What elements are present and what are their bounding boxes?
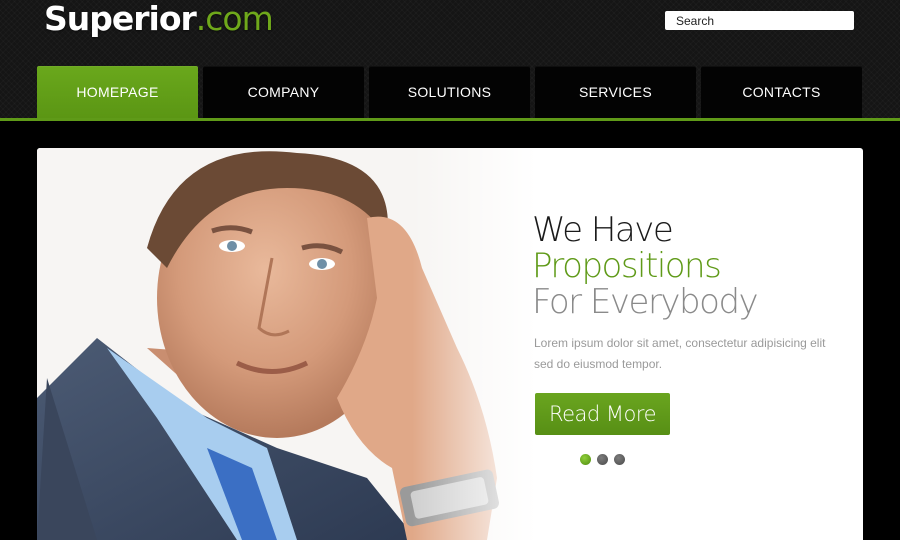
- site-logo[interactable]: Superior.com: [44, 0, 274, 40]
- nav-item-label: SOLUTIONS: [407, 84, 492, 100]
- search-input[interactable]: [665, 11, 854, 30]
- nav-item-solutions[interactable]: SOLUTIONS: [369, 66, 530, 118]
- hero-slider: We Have Propositions For Everybody Lorem…: [37, 148, 863, 540]
- hero-title-line1: We Have: [532, 210, 674, 250]
- nav-item-company[interactable]: COMPANY: [203, 66, 364, 118]
- hero-description: Lorem ipsum dolor sit amet, consectetur …: [534, 336, 826, 371]
- slider-dot-2[interactable]: [597, 454, 608, 465]
- page: Superior.com HOMEPAGE COMPANY SOLUTIONS …: [0, 0, 900, 540]
- hero-title: We Have Propositions For Everybody: [532, 212, 852, 320]
- businessman-image: [37, 148, 537, 540]
- nav-item-contacts[interactable]: CONTACTS: [701, 66, 862, 118]
- logo-tld: .com: [195, 0, 274, 38]
- logo-name: Superior: [44, 0, 197, 38]
- nav-item-services[interactable]: SERVICES: [535, 66, 696, 118]
- slider-dot-1[interactable]: [580, 454, 591, 465]
- nav-item-label: CONTACTS: [742, 84, 821, 100]
- nav-item-homepage[interactable]: HOMEPAGE: [37, 66, 198, 118]
- slider-dot-3[interactable]: [614, 454, 625, 465]
- read-more-button[interactable]: Read More: [535, 393, 670, 435]
- nav-item-label: HOMEPAGE: [76, 84, 159, 100]
- hero-title-line3: For Everybody: [532, 282, 759, 322]
- nav-divider: [0, 118, 900, 121]
- header: Superior.com HOMEPAGE COMPANY SOLUTIONS …: [0, 0, 900, 118]
- hero-title-line2: Propositions: [532, 246, 722, 286]
- hero-photo: [37, 148, 537, 540]
- nav-item-label: COMPANY: [247, 84, 320, 100]
- nav-item-label: SERVICES: [579, 84, 652, 100]
